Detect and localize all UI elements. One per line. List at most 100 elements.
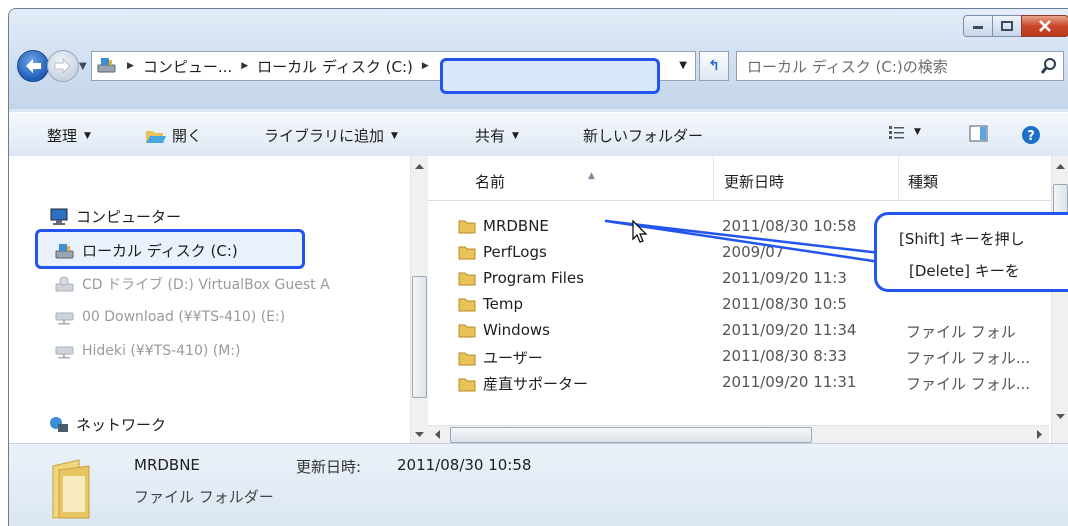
chevron-right-icon[interactable]: ▶ [241, 61, 248, 71]
nav-item-hideki[interactable]: Hideki (¥¥TS-410) (M:) [55, 342, 240, 360]
details-name: MRDBNE [134, 456, 200, 474]
nav-label: CD ドライブ (D:) VirtualBox Guest A [82, 277, 330, 293]
share-label: 共有 [475, 127, 506, 145]
maximize-button[interactable] [992, 15, 1022, 37]
file-modified: 2009/07 [722, 243, 785, 261]
file-hscroll-thumb[interactable] [450, 427, 812, 443]
navigation-pane: コンピューター ローカル ディスク (C:) CD ドライブ (D:) Virt… [9, 156, 428, 443]
column-name[interactable]: 名前 [475, 171, 505, 192]
share-button[interactable]: 共有 ▼ [475, 125, 519, 146]
details-modified-label: 更新日時: [296, 458, 362, 476]
refresh-icon: ↰ [708, 58, 720, 74]
close-button[interactable] [1021, 15, 1068, 37]
column-type[interactable]: 種類 [908, 171, 938, 192]
nav-label: コンピューター [76, 208, 182, 226]
view-options-button[interactable]: ▼ [889, 125, 921, 139]
nav-scrollbar[interactable] [410, 156, 428, 443]
instruction-callout: [Shift] キーを押し [Delete] キーを [874, 212, 1068, 292]
chevron-down-icon: ▼ [391, 130, 398, 141]
file-name: ユーザー [483, 349, 543, 367]
breadcrumb: ▶ コンピュー... ▶ ローカル ディスク (C:) ▶ [118, 56, 438, 77]
arrow-left-icon [26, 59, 41, 73]
refresh-button[interactable]: ↰ [699, 51, 729, 81]
sort-ascending-icon: ▲ [588, 171, 595, 181]
mouse-cursor-icon [632, 219, 648, 243]
chevron-down-icon: ▼ [84, 130, 91, 141]
file-name: Temp [483, 295, 523, 313]
file-modified: 2011/08/30 10:5 [722, 295, 847, 313]
preview-pane-button[interactable] [969, 125, 989, 143]
file-name: PerfLogs [483, 243, 547, 261]
file-row-sanchoku[interactable]: 産直サポーター 2011/09/20 11:31 ファイル フォル... [428, 372, 1049, 394]
search-input[interactable]: ローカル ディスク (C:)の検索 [736, 51, 1064, 81]
file-name: MRDBNE [483, 217, 549, 235]
scroll-down-icon [1056, 414, 1065, 419]
chevron-right-icon[interactable]: ▶ [127, 61, 134, 71]
nav-scroll-thumb[interactable] [412, 276, 427, 398]
breadcrumb-local-disk[interactable]: ローカル ディスク (C:) [257, 56, 413, 77]
chevron-right-icon[interactable]: ▶ [422, 61, 429, 71]
open-button[interactable]: 開く [145, 125, 202, 146]
folder-icon [458, 298, 476, 312]
column-divider[interactable] [898, 156, 899, 200]
file-list-pane: ▲ 名前 更新日時 種類 MRDBNE 2011/08/30 10:58 ファイ… [428, 156, 1068, 443]
callout-line2: [Delete] キーを [909, 262, 1020, 280]
recent-pages-dropdown[interactable]: ▼ [79, 61, 87, 72]
scroll-up-icon [1056, 164, 1065, 169]
search-icon [1041, 58, 1056, 74]
folder-icon [458, 324, 476, 338]
folder-icon [458, 246, 476, 260]
file-modified: 2011/09/20 11:31 [722, 373, 857, 391]
open-folder-icon [146, 130, 166, 143]
file-modified: 2011/08/30 8:33 [722, 347, 847, 365]
file-modified: 2011/09/20 11:34 [722, 321, 857, 339]
file-highlight-box [440, 58, 660, 94]
large-folder-icon [52, 459, 90, 519]
nav-item-cd-drive[interactable]: CD ドライブ (D:) VirtualBox Guest A [55, 274, 330, 294]
nav-item-computer[interactable]: コンピューター [49, 206, 181, 227]
minimize-button[interactable] [963, 15, 993, 37]
file-hscrollbar[interactable] [428, 425, 1049, 443]
minimize-icon [973, 26, 983, 29]
nav-item-download[interactable]: 00 Download (¥¥TS-410) (E:) [55, 308, 285, 326]
help-button[interactable]: ? [1021, 125, 1041, 145]
file-modified: 2011/08/30 10:58 [722, 217, 857, 235]
scroll-down-icon [415, 432, 424, 437]
new-folder-button[interactable]: 新しいフォルダー [583, 125, 703, 146]
details-type: ファイル フォルダー [134, 488, 274, 506]
cd-drive-icon [55, 276, 74, 292]
column-headers: ▲ 名前 更新日時 種類 [428, 156, 1068, 201]
column-divider[interactable] [713, 156, 714, 200]
file-scrollbar[interactable] [1051, 156, 1068, 443]
view-list-icon [889, 126, 904, 139]
chevron-down-icon: ▼ [914, 127, 921, 137]
file-row-temp[interactable]: Temp 2011/08/30 10:5 [428, 294, 1049, 316]
close-icon [1039, 20, 1051, 32]
callout-line1: [Shift] キーを押し [899, 230, 1025, 248]
organize-button[interactable]: 整理 ▼ [47, 125, 91, 146]
maximize-icon [1001, 21, 1013, 31]
nav-item-network[interactable]: ネットワーク [49, 414, 166, 435]
file-type: ファイル フォル [906, 323, 1016, 341]
organize-label: 整理 [47, 127, 78, 145]
scroll-left-icon [435, 430, 440, 439]
file-row-windows[interactable]: Windows 2011/09/20 11:34 ファイル フォル [428, 320, 1049, 342]
column-modified[interactable]: 更新日時 [724, 171, 784, 192]
folder-icon [458, 352, 476, 365]
details-modified-value: 2011/08/30 10:58 [397, 456, 532, 474]
forward-button[interactable] [47, 50, 79, 82]
nav-item-local-disk[interactable]: ローカル ディスク (C:) [55, 240, 238, 261]
chevron-down-icon: ▼ [512, 130, 519, 141]
new-folder-label: 新しいフォルダー [583, 127, 704, 145]
file-modified: 2011/09/20 11:3 [722, 269, 847, 287]
file-row-users[interactable]: ユーザー 2011/08/30 8:33 ファイル フォル... [428, 346, 1049, 368]
add-to-library-label: ライブラリに追加 [264, 127, 385, 145]
file-type: ファイル フォル... [906, 375, 1031, 393]
back-button[interactable] [17, 50, 49, 82]
add-to-library-button[interactable]: ライブラリに追加 ▼ [264, 125, 398, 146]
network-drive-icon [55, 346, 74, 359]
breadcrumb-computer[interactable]: コンピュー... [143, 56, 232, 77]
command-bar: 整理 ▼ 開く ライブラリに追加 ▼ 共有 ▼ 新しいフォルダー ▼ ? [9, 112, 1068, 158]
open-label: 開く [172, 127, 203, 145]
address-dropdown[interactable]: ▼ [679, 60, 687, 71]
